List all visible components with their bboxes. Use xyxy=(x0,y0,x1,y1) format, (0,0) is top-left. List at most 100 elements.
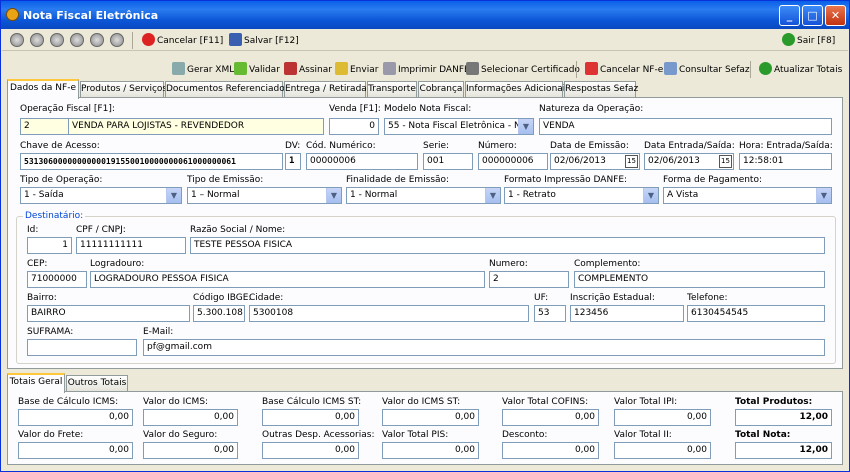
uf-field[interactable]: 53 xyxy=(534,305,566,322)
cep-field[interactable]: 71000000 xyxy=(27,271,87,288)
uf-label: UF: xyxy=(534,293,549,303)
pis-field[interactable]: 0,00 xyxy=(382,442,479,459)
maximize-button[interactable]: □ xyxy=(802,5,823,26)
total-produtos-field[interactable]: 12,00 xyxy=(735,409,832,426)
op-fiscal-code-field[interactable]: 2 xyxy=(20,118,70,135)
tab-respostas[interactable]: Respostas Sefaz xyxy=(564,81,638,98)
pen-icon xyxy=(284,62,297,75)
app-icon xyxy=(6,8,19,21)
ipi-field[interactable]: 0,00 xyxy=(614,409,711,426)
logradouro-label: Logradouro: xyxy=(90,259,145,269)
xml-icon xyxy=(172,62,185,75)
total-nota-label: Total Nota: xyxy=(735,430,791,440)
pagamento-select[interactable]: A Vista ▼ xyxy=(663,187,832,204)
tab-entrega[interactable]: Entrega / Retirada xyxy=(284,81,367,98)
op-fiscal-desc-field[interactable]: VENDA PARA LOJISTAS - REVENDEDOR xyxy=(68,118,324,135)
ie-field[interactable]: 123456 xyxy=(570,305,684,322)
razao-field[interactable]: TESTE PESSOA FISICA xyxy=(190,237,825,254)
cofins-field[interactable]: 0,00 xyxy=(502,409,599,426)
ibge-field[interactable]: 5.300.108 xyxy=(193,305,245,322)
toolbar-separator xyxy=(576,61,577,78)
finalidade-select[interactable]: 1 - Normal ▼ xyxy=(346,187,501,204)
numero-field[interactable]: 000000006 xyxy=(478,153,548,170)
selecionar-certificado-button[interactable]: Selecionar Certificado xyxy=(466,62,580,78)
cidade-label: Cidade: xyxy=(249,293,284,303)
gerar-xml-button[interactable]: Gerar XML xyxy=(172,62,234,78)
frete-label: Valor do Frete: xyxy=(18,430,84,440)
tipo-op-value: 1 - Saída xyxy=(24,190,64,200)
tab-transporte[interactable]: Transporte xyxy=(367,81,417,98)
modelo-select[interactable]: 55 - Nota Fiscal Eletrônica - NFe ▼ xyxy=(384,118,534,135)
imprimir-danfe-button[interactable]: Imprimir DANFE xyxy=(383,62,470,78)
tab-documentos[interactable]: Documentos Referenciados xyxy=(165,81,289,98)
seguro-field[interactable]: 0,00 xyxy=(143,442,238,459)
validar-button[interactable]: Validar xyxy=(234,62,280,78)
venda-field[interactable]: 0 xyxy=(329,118,379,135)
tab-totais-geral[interactable]: Totais Geral xyxy=(7,373,65,393)
desconto-field[interactable]: 0,00 xyxy=(502,442,599,459)
formato-select[interactable]: 1 - Retrato ▼ xyxy=(504,187,659,204)
tab-produtos[interactable]: Produtos / Serviços xyxy=(80,81,167,98)
assinar-button[interactable]: Assinar xyxy=(284,62,332,78)
hora-field[interactable]: 12:58:01 xyxy=(739,153,832,170)
first-record-icon[interactable] xyxy=(10,33,24,47)
suframa-field[interactable] xyxy=(27,339,137,356)
cancel-button[interactable]: Cancelar [F11] xyxy=(142,33,223,49)
emissao-date-field[interactable]: 02/06/2013 15 xyxy=(550,153,640,170)
bc-icms-field[interactable]: 0,00 xyxy=(18,409,133,426)
tab-informacoes[interactable]: Informações Adicionais xyxy=(465,81,570,98)
telefone-field[interactable]: 6130454545 xyxy=(687,305,825,322)
finalidade-value: 1 - Normal xyxy=(350,190,398,200)
tab-cobranca[interactable]: Cobrança xyxy=(418,81,464,98)
v-icms-field[interactable]: 0,00 xyxy=(143,409,238,426)
next-record-icon[interactable] xyxy=(70,33,84,47)
cidade-field[interactable]: 5300108 xyxy=(249,305,529,322)
close-button[interactable]: ✕ xyxy=(825,5,846,26)
cod-num-label: Cód. Numérico: xyxy=(306,141,376,151)
seguro-label: Valor do Seguro: xyxy=(143,430,218,440)
cod-num-field[interactable]: 00000006 xyxy=(306,153,418,170)
calendar-icon[interactable]: 15 xyxy=(625,155,638,168)
complemento-field[interactable]: COMPLEMENTO xyxy=(574,271,825,288)
id-field[interactable]: 1 xyxy=(27,237,72,254)
tab-outros-totais[interactable]: Outros Totais xyxy=(66,375,128,392)
calendar-icon[interactable]: 15 xyxy=(719,155,732,168)
tipo-em-select[interactable]: 1 – Normal ▼ xyxy=(187,187,342,204)
cpf-field[interactable]: 11111111111 xyxy=(76,237,186,254)
total-nota-field[interactable]: 12,00 xyxy=(735,442,832,459)
consultar-sefaz-button[interactable]: Consultar Sefaz xyxy=(664,62,750,78)
previous-page-icon[interactable] xyxy=(30,33,44,47)
printer-icon xyxy=(383,62,396,75)
previous-record-icon[interactable] xyxy=(50,33,64,47)
chave-label: Chave de Acesso: xyxy=(20,141,100,151)
minimize-button[interactable]: _ xyxy=(779,5,800,26)
dv-field[interactable]: 1 xyxy=(285,153,301,170)
ii-field[interactable]: 0,00 xyxy=(614,442,711,459)
next-page-icon[interactable] xyxy=(90,33,104,47)
outras-field[interactable]: 0,00 xyxy=(262,442,359,459)
atualizar-totais-button[interactable]: Atualizar Totais xyxy=(759,62,842,78)
frete-field[interactable]: 0,00 xyxy=(18,442,133,459)
tipo-op-select[interactable]: 1 - Saída ▼ xyxy=(20,187,182,204)
enviar-button[interactable]: Enviar xyxy=(335,62,378,78)
last-record-icon[interactable] xyxy=(110,33,124,47)
email-field[interactable]: pf@gmail.com xyxy=(143,339,825,356)
v-st-field[interactable]: 0,00 xyxy=(382,409,479,426)
exit-button[interactable]: Sair [F8] xyxy=(782,33,835,49)
numero-dest-field[interactable]: 2 xyxy=(489,271,569,288)
tab-dados-nfe[interactable]: Dados da NF-e xyxy=(7,79,79,99)
entrada-date-field[interactable]: 02/06/2013 15 xyxy=(644,153,734,170)
op-fiscal-label: Operação Fiscal [F1]: xyxy=(20,104,115,114)
cancelar-nfe-button[interactable]: Cancelar NF-e xyxy=(585,62,663,78)
entrada-value: 02/06/2013 xyxy=(648,156,700,166)
logradouro-field[interactable]: LOGRADOURO PESSOA FISICA xyxy=(90,271,485,288)
bairro-field[interactable]: BAIRRO xyxy=(27,305,190,322)
natureza-field[interactable]: VENDA xyxy=(539,118,832,135)
chave-field[interactable]: 5313060000000000019155001000000006100000… xyxy=(20,153,283,170)
save-button[interactable]: Salvar [F12] xyxy=(229,33,299,49)
serie-field[interactable]: 001 xyxy=(423,153,473,170)
search-icon xyxy=(664,62,677,75)
emissao-value: 02/06/2013 xyxy=(554,156,606,166)
floppy-icon xyxy=(229,33,242,46)
bc-st-field[interactable]: 0,00 xyxy=(262,409,359,426)
